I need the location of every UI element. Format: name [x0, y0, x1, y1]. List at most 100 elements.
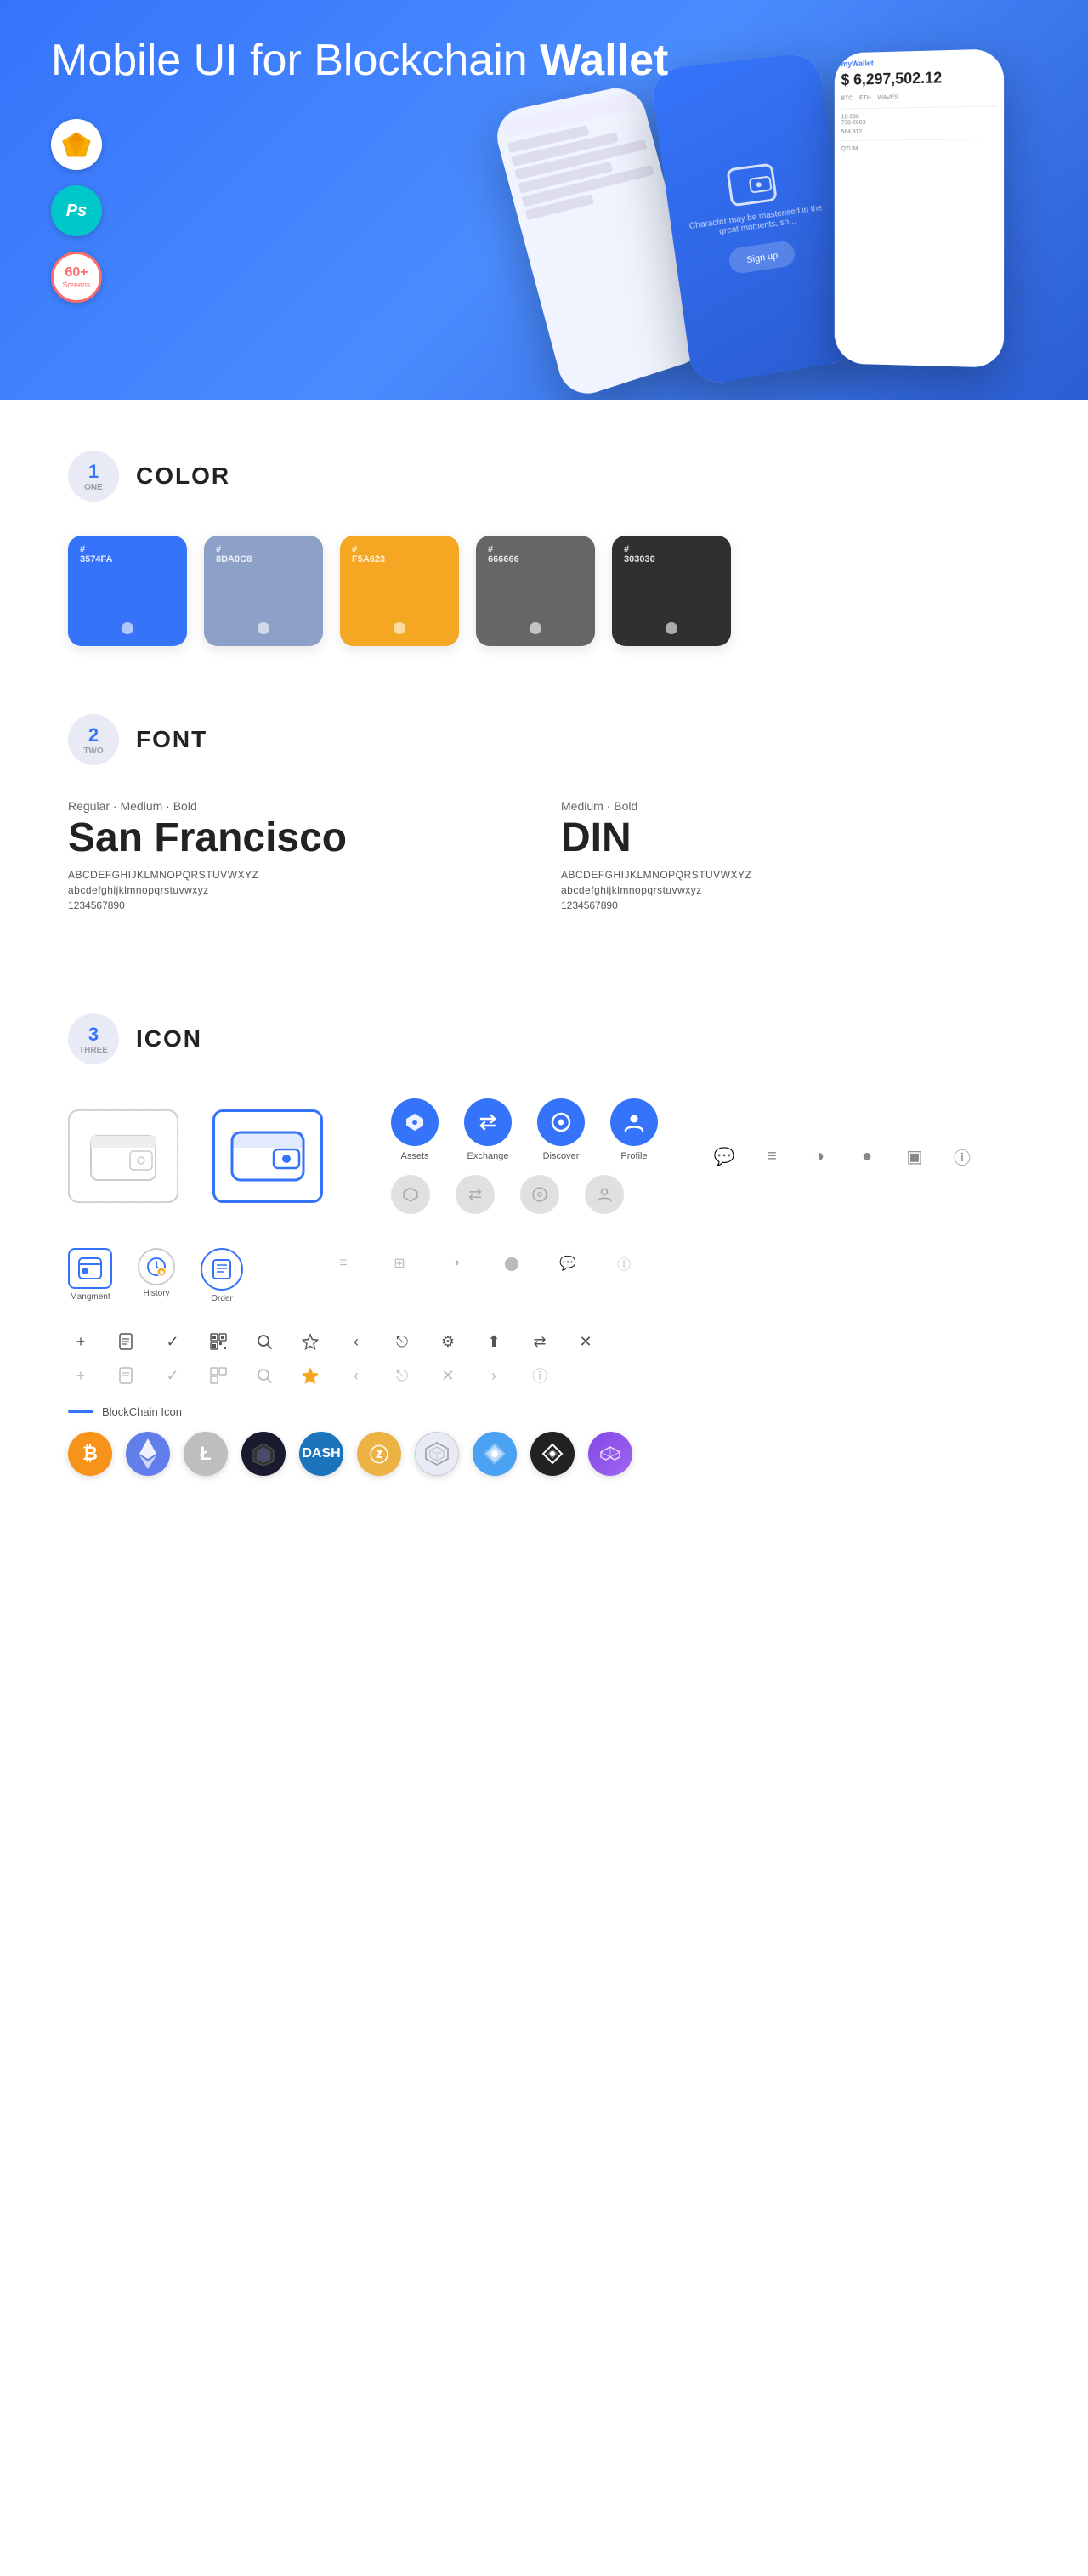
- svg-text:✱: ✱: [160, 1270, 165, 1277]
- mangment-icon-item: Mangment: [68, 1248, 112, 1302]
- settings-icon: ⚙: [435, 1329, 461, 1354]
- tool-badges: Ps 60+ Screens: [51, 119, 102, 303]
- section1-title: COLOR: [136, 462, 230, 490]
- share-icon: ⎋: [389, 1329, 415, 1354]
- assets-icon-item: Assets: [391, 1098, 439, 1161]
- utility-icons-blue: + ✓: [68, 1329, 1020, 1354]
- hero-title: Mobile UI for Blockchain Wallet: [51, 34, 668, 87]
- blackcoin-icon: [241, 1432, 286, 1476]
- exchange-outline-icon: [456, 1175, 495, 1214]
- stack-icon: ≡: [756, 1141, 787, 1172]
- bottom-nav-row: Mangment ✱ History: [68, 1248, 1020, 1303]
- zcash-icon: ⓩ: [357, 1432, 401, 1476]
- font-san-francisco: Regular · Medium · Bold San Francisco AB…: [68, 799, 527, 911]
- bitshares-icon: [473, 1432, 517, 1476]
- qr-icon: [206, 1329, 231, 1354]
- back-gray-icon: ‹: [343, 1363, 369, 1388]
- x-gray-icon: ✕: [435, 1363, 461, 1388]
- profile-label: Profile: [620, 1151, 647, 1161]
- ethereum-icon: [126, 1432, 170, 1476]
- ark-icon: [530, 1432, 575, 1476]
- bitcoin-icon: ₿: [68, 1432, 112, 1476]
- star-yellow-icon: [298, 1363, 323, 1388]
- exchange-icon-item: Exchange: [464, 1098, 512, 1161]
- section2-badge: 2 TWO: [68, 714, 119, 765]
- nav-icons-outline: [391, 1175, 658, 1214]
- mangment-label: Mangment: [70, 1292, 110, 1302]
- history-icon-item: ✱ History: [138, 1248, 175, 1298]
- exchange-icon: [464, 1098, 512, 1146]
- swap-icon: ⇄: [527, 1329, 552, 1354]
- color-card-1: #3574FA: [68, 536, 187, 646]
- screens-count-badge: 60+ Screens: [51, 252, 102, 303]
- profile-icon: [610, 1098, 658, 1146]
- wallet-wireframe-icon: [68, 1109, 178, 1203]
- forward-gray-icon: ›: [481, 1363, 507, 1388]
- discover-icon-item: Discover: [537, 1098, 585, 1161]
- color-card-4: #666666: [476, 536, 595, 646]
- close-icon: ✕: [573, 1329, 598, 1354]
- profile-icon-item: Profile: [610, 1098, 658, 1161]
- section2-title: FONT: [136, 726, 207, 753]
- doc-gray-icon: [114, 1363, 139, 1388]
- assets-label: Assets: [400, 1151, 428, 1161]
- dot-icon: ⬤: [496, 1248, 527, 1279]
- wallet-blue-icon: [212, 1109, 323, 1203]
- dash-icon: DASH: [299, 1432, 343, 1476]
- speech-icon: 💬: [552, 1248, 583, 1279]
- share-gray-icon: ⎋: [389, 1363, 415, 1388]
- text-icon: ≡: [328, 1248, 359, 1279]
- hero-section: Mobile UI for Blockchain Wallet UI Kit P…: [0, 0, 1088, 400]
- search-gray-icon: [252, 1363, 277, 1388]
- history-label: History: [143, 1289, 169, 1298]
- color-section: 1 ONE COLOR #3574FA #8DA0C8 #F5A623 #666…: [0, 400, 1088, 697]
- sketch-badge: [51, 119, 102, 170]
- plus-icon: +: [68, 1329, 94, 1354]
- phone-right: myWallet $ 6,297,502.12 BTC ETH WAVES 12…: [835, 48, 1004, 367]
- order-label: Order: [211, 1294, 233, 1303]
- info-icon: ⓘ: [947, 1141, 978, 1172]
- utility-icons-gray: + ✓ ‹ ⎋: [68, 1363, 1020, 1388]
- discover-label: Discover: [543, 1151, 580, 1161]
- section3-title: ICON: [136, 1025, 202, 1053]
- grid-icon: [415, 1432, 459, 1476]
- discover-outline-icon: [520, 1175, 559, 1214]
- circle-icon: ●: [852, 1141, 882, 1172]
- section1-badge: 1 ONE: [68, 451, 119, 502]
- profile-outline-icon: [585, 1175, 624, 1214]
- layers-icon: ⊞: [384, 1248, 415, 1279]
- photoshop-badge: Ps: [51, 185, 102, 236]
- qr-gray-icon: [206, 1363, 231, 1388]
- color-card-3: #F5A623: [340, 536, 459, 646]
- star-icon: [298, 1329, 323, 1354]
- info2-icon: ⓘ: [609, 1248, 639, 1279]
- check-gray-icon: ✓: [160, 1363, 185, 1388]
- font-din: Medium · Bold DIN ABCDEFGHIJKLMNOPQRSTUV…: [561, 799, 1020, 911]
- chat-icon: 💬: [709, 1141, 740, 1172]
- exchange-label: Exchange: [468, 1151, 509, 1161]
- order-icon-item: Order: [201, 1248, 243, 1303]
- order-icon: [201, 1248, 243, 1291]
- plus-gray-icon: +: [68, 1363, 94, 1388]
- mangment-icon: [68, 1248, 112, 1289]
- icon-section: 3 THREE ICON: [0, 962, 1088, 1527]
- search-icon: [252, 1329, 277, 1354]
- section3-badge: 3 THREE: [68, 1013, 119, 1064]
- half-circle-icon: ◑: [440, 1248, 471, 1279]
- message-icon: ▣: [899, 1141, 930, 1172]
- nav-icons-filled: Assets Exchange: [391, 1098, 658, 1161]
- crypto-icons-row: ₿ Ł DASH ⓩ: [68, 1432, 1020, 1476]
- history-icon: ✱: [138, 1248, 175, 1285]
- blockchain-label: BlockChain Icon: [68, 1405, 1020, 1418]
- doc-icon: [114, 1329, 139, 1354]
- font-section: 2 TWO FONT Regular · Medium · Bold San F…: [0, 697, 1088, 962]
- color-swatches: #3574FA #8DA0C8 #F5A623 #666666 #303030: [68, 536, 1020, 646]
- assets-icon: [391, 1098, 439, 1146]
- assets-outline-icon: [391, 1175, 430, 1214]
- color-card-5: #303030: [612, 536, 731, 646]
- large-icon-row: Assets Exchange: [68, 1098, 1020, 1214]
- font-grid: Regular · Medium · Bold San Francisco AB…: [68, 799, 1020, 911]
- blockchain-line: [68, 1410, 94, 1413]
- back-icon: ‹: [343, 1329, 369, 1354]
- moon-icon: ◑: [804, 1141, 835, 1172]
